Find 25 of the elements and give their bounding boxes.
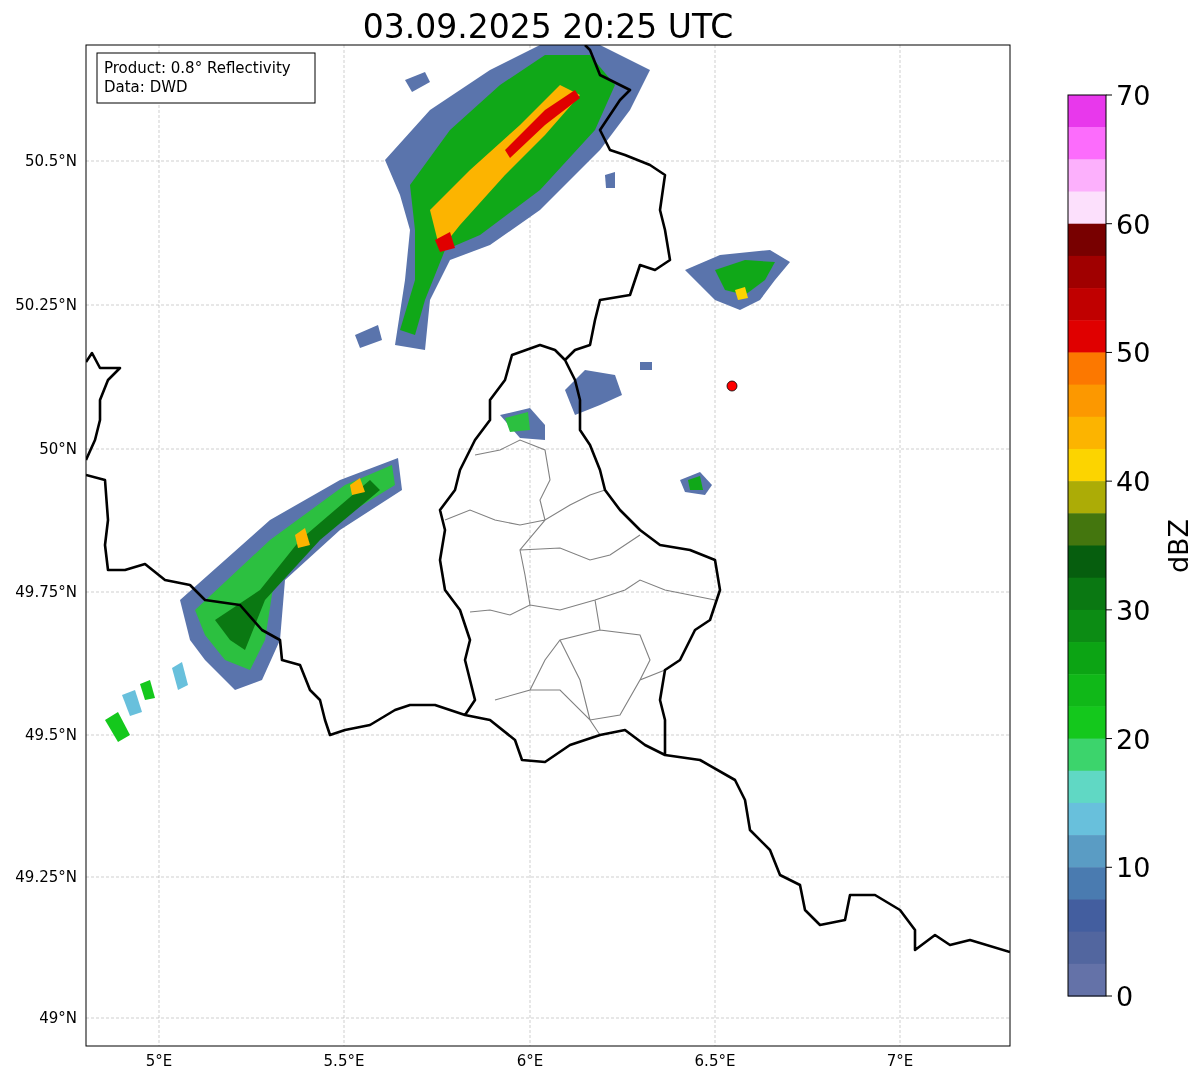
latitude-label: 49°N: [39, 1009, 77, 1027]
latitude-label: 50.25°N: [15, 296, 77, 314]
info-text: Product: 0.8° Reflectivity: [104, 59, 291, 77]
colorbar-tick-label: 50: [1116, 337, 1151, 369]
colorbar-tick-label: 60: [1116, 208, 1151, 240]
longitude-label: 5.5°E: [323, 1052, 365, 1070]
chart-title: 03.09.2025 20:25 UTC: [362, 7, 734, 46]
latitude-label: 49.25°N: [15, 868, 77, 886]
colorbar-tick-label: 40: [1116, 466, 1151, 498]
colorbar-label: dBZ: [1163, 518, 1194, 574]
latitude-label: 49.5°N: [24, 726, 77, 744]
longitude-label: 7°E: [886, 1052, 914, 1070]
longitude-label: 5°E: [145, 1052, 173, 1070]
colorbar-tick-label: 10: [1116, 852, 1151, 884]
station-marker: [726, 380, 738, 392]
longitude-label: 6.5°E: [694, 1052, 736, 1070]
latitude-label: 49.75°N: [15, 583, 77, 601]
longitude-label: 6°E: [516, 1052, 544, 1070]
latitude-label: 50.5°N: [24, 152, 77, 170]
colorbar-tick-label: 70: [1116, 80, 1151, 111]
colorbar-tick-label: 30: [1116, 594, 1151, 626]
info-text: Data: DWD: [104, 78, 188, 96]
colorbar-tick-label: 20: [1116, 723, 1151, 755]
latitude-label: 50°N: [39, 440, 77, 458]
colorbar-tick-label: 0: [1116, 981, 1134, 1012]
